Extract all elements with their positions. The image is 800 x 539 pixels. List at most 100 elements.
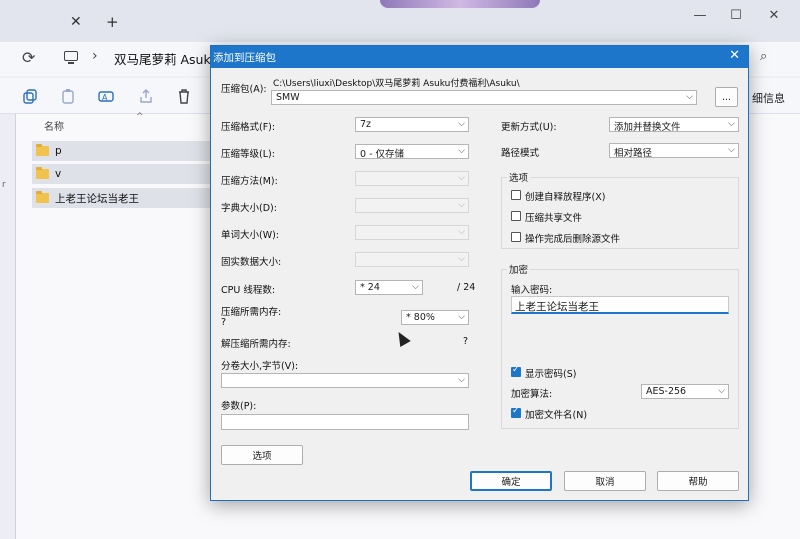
sort-caret-icon: ^ bbox=[136, 112, 144, 122]
chevron-down-icon: ⌵ bbox=[458, 254, 465, 264]
close-window-icon[interactable]: ✕ bbox=[764, 8, 784, 23]
chevron-down-icon: ⌵ bbox=[686, 92, 693, 102]
breadcrumb-chevron-icon[interactable]: › bbox=[92, 48, 98, 64]
solid-select[interactable]: ⌵ bbox=[355, 252, 469, 267]
mem-comp-value: * 80% bbox=[406, 312, 435, 323]
mem-comp-select[interactable]: * 80% ⌵ bbox=[401, 310, 469, 325]
method-label: 压缩方法(M): bbox=[221, 176, 278, 187]
cpu-label: CPU 线程数: bbox=[221, 285, 276, 296]
password-label: 输入密码: bbox=[511, 285, 553, 296]
chevron-down-icon: ⌵ bbox=[458, 146, 465, 156]
pathmode-label: 路径模式 bbox=[501, 148, 540, 159]
chevron-down-icon: ⌵ bbox=[718, 386, 725, 396]
chevron-down-icon: ⌵ bbox=[728, 145, 735, 155]
browse-button[interactable]: ... bbox=[715, 87, 738, 107]
dialog-title-bar: 添加到压缩包 ✕ bbox=[211, 46, 748, 68]
cpu-value: * 24 bbox=[360, 282, 380, 293]
navigation-pane[interactable]: r bbox=[0, 114, 16, 539]
archive-label: 压缩包(A): bbox=[221, 84, 267, 95]
wallpaper-deco bbox=[380, 0, 540, 8]
encrypt-names-label: 加密文件名(N) bbox=[525, 410, 588, 421]
show-password-checkbox[interactable] bbox=[511, 365, 521, 377]
mem-comp-label: 压缩所需内存: bbox=[221, 307, 282, 318]
enc-method-label: 加密算法: bbox=[511, 389, 553, 400]
chevron-down-icon: ⌵ bbox=[458, 173, 465, 183]
list-item-label: v bbox=[55, 168, 62, 180]
split-label: 分卷大小,字节(V): bbox=[221, 361, 299, 372]
close-icon[interactable]: ✕ bbox=[729, 48, 740, 63]
maximize-icon[interactable]: ☐ bbox=[726, 8, 746, 23]
chevron-down-icon: ⌵ bbox=[458, 375, 465, 385]
params-label: 参数(P): bbox=[221, 401, 257, 412]
refresh-icon[interactable]: ⟳ bbox=[22, 48, 35, 67]
folder-icon bbox=[36, 191, 49, 203]
copy-icon[interactable] bbox=[22, 88, 38, 104]
details-label[interactable]: 细信息 bbox=[752, 90, 785, 106]
delete-label: 操作完成后删除源文件 bbox=[525, 234, 621, 245]
enc-method-select[interactable]: AES-256 ⌵ bbox=[641, 384, 729, 399]
chevron-down-icon: ⌵ bbox=[412, 282, 419, 292]
chevron-down-icon: ⌵ bbox=[458, 200, 465, 210]
word-select[interactable]: ⌵ bbox=[355, 225, 469, 240]
archive-path: C:\Users\liuxi\Desktop\双马尾萝莉 Asuku付费福利\A… bbox=[273, 79, 520, 89]
list-item[interactable]: p bbox=[32, 141, 210, 161]
encrypt-group-title: 加密 bbox=[507, 262, 531, 276]
level-label: 压缩等级(L): bbox=[221, 149, 275, 160]
chevron-down-icon: ⌵ bbox=[728, 119, 735, 129]
ok-button[interactable]: 确定 bbox=[470, 471, 552, 491]
cpu-select[interactable]: * 24 ⌵ bbox=[355, 280, 423, 295]
list-item[interactable]: v bbox=[32, 164, 210, 184]
column-header-name[interactable]: 名称 bbox=[44, 118, 64, 133]
password-input[interactable]: 上老王论坛当老王 bbox=[511, 296, 729, 314]
mem-decomp-label: 解压缩所需内存: bbox=[221, 339, 291, 350]
cancel-button[interactable]: 取消 bbox=[564, 471, 646, 491]
params-input[interactable] bbox=[221, 414, 469, 430]
shared-checkbox[interactable] bbox=[511, 211, 521, 221]
archive-name-combo[interactable]: SMW ⌵ bbox=[271, 90, 697, 105]
solid-label: 固实数据大小: bbox=[221, 257, 282, 268]
method-select[interactable]: ⌵ bbox=[355, 171, 469, 186]
archive-name-value: SMW bbox=[276, 92, 300, 103]
minimize-icon[interactable]: — bbox=[690, 8, 710, 23]
nav-tick: r bbox=[2, 180, 6, 190]
options-button[interactable]: 选项 bbox=[221, 445, 303, 465]
rename-icon[interactable]: A bbox=[98, 88, 114, 104]
pathmode-select[interactable]: 相对路径 ⌵ bbox=[609, 143, 739, 158]
format-label: 压缩格式(F): bbox=[221, 122, 276, 133]
sfx-label: 创建自释放程序(X) bbox=[525, 192, 606, 203]
list-item[interactable]: 上老王论坛当老王 bbox=[32, 188, 210, 208]
trash-icon[interactable] bbox=[176, 88, 192, 104]
update-select[interactable]: 添加并替换文件 ⌵ bbox=[609, 117, 739, 132]
sfx-checkbox[interactable] bbox=[511, 190, 521, 200]
help-button[interactable]: 帮助 bbox=[657, 471, 739, 491]
format-value: 7z bbox=[360, 119, 372, 130]
word-label: 单词大小(W): bbox=[221, 230, 280, 241]
search-icon[interactable]: ⌕ bbox=[760, 49, 767, 64]
update-value: 添加并替换文件 bbox=[614, 122, 681, 132]
cpu-max: / 24 bbox=[457, 282, 476, 293]
tab-close-icon[interactable]: ✕ bbox=[70, 14, 82, 30]
pathmode-value: 相对路径 bbox=[614, 148, 653, 158]
dict-select[interactable]: ⌵ bbox=[355, 198, 469, 213]
level-select[interactable]: 0 - 仅存储 ⌵ bbox=[355, 144, 469, 159]
list-item-label: p bbox=[55, 145, 62, 157]
folder-icon bbox=[36, 144, 49, 156]
breadcrumb[interactable]: 双马尾萝莉 Asuku bbox=[114, 49, 218, 68]
new-tab-icon[interactable]: + bbox=[106, 13, 119, 31]
paste-icon[interactable] bbox=[60, 88, 76, 104]
dict-label: 字典大小(D): bbox=[221, 203, 277, 214]
options-group-title: 选项 bbox=[507, 170, 531, 184]
format-select[interactable]: 7z ⌵ bbox=[355, 117, 469, 132]
add-to-archive-dialog: 添加到压缩包 ✕ 压缩包(A): C:\Users\liuxi\Desktop\… bbox=[210, 45, 749, 501]
chevron-down-icon: ⌵ bbox=[458, 312, 465, 322]
dialog-title: 添加到压缩包 bbox=[213, 52, 276, 64]
share-icon[interactable] bbox=[138, 88, 154, 104]
encrypt-names-checkbox[interactable] bbox=[511, 406, 521, 418]
delete-checkbox[interactable] bbox=[511, 232, 521, 242]
computer-icon[interactable] bbox=[64, 51, 78, 64]
level-value: 0 - 仅存储 bbox=[360, 149, 405, 159]
chevron-down-icon: ⌵ bbox=[458, 119, 465, 129]
mem-decomp-q: ? bbox=[463, 336, 469, 347]
split-combo[interactable]: ⌵ bbox=[221, 373, 469, 388]
folder-icon bbox=[36, 167, 49, 179]
